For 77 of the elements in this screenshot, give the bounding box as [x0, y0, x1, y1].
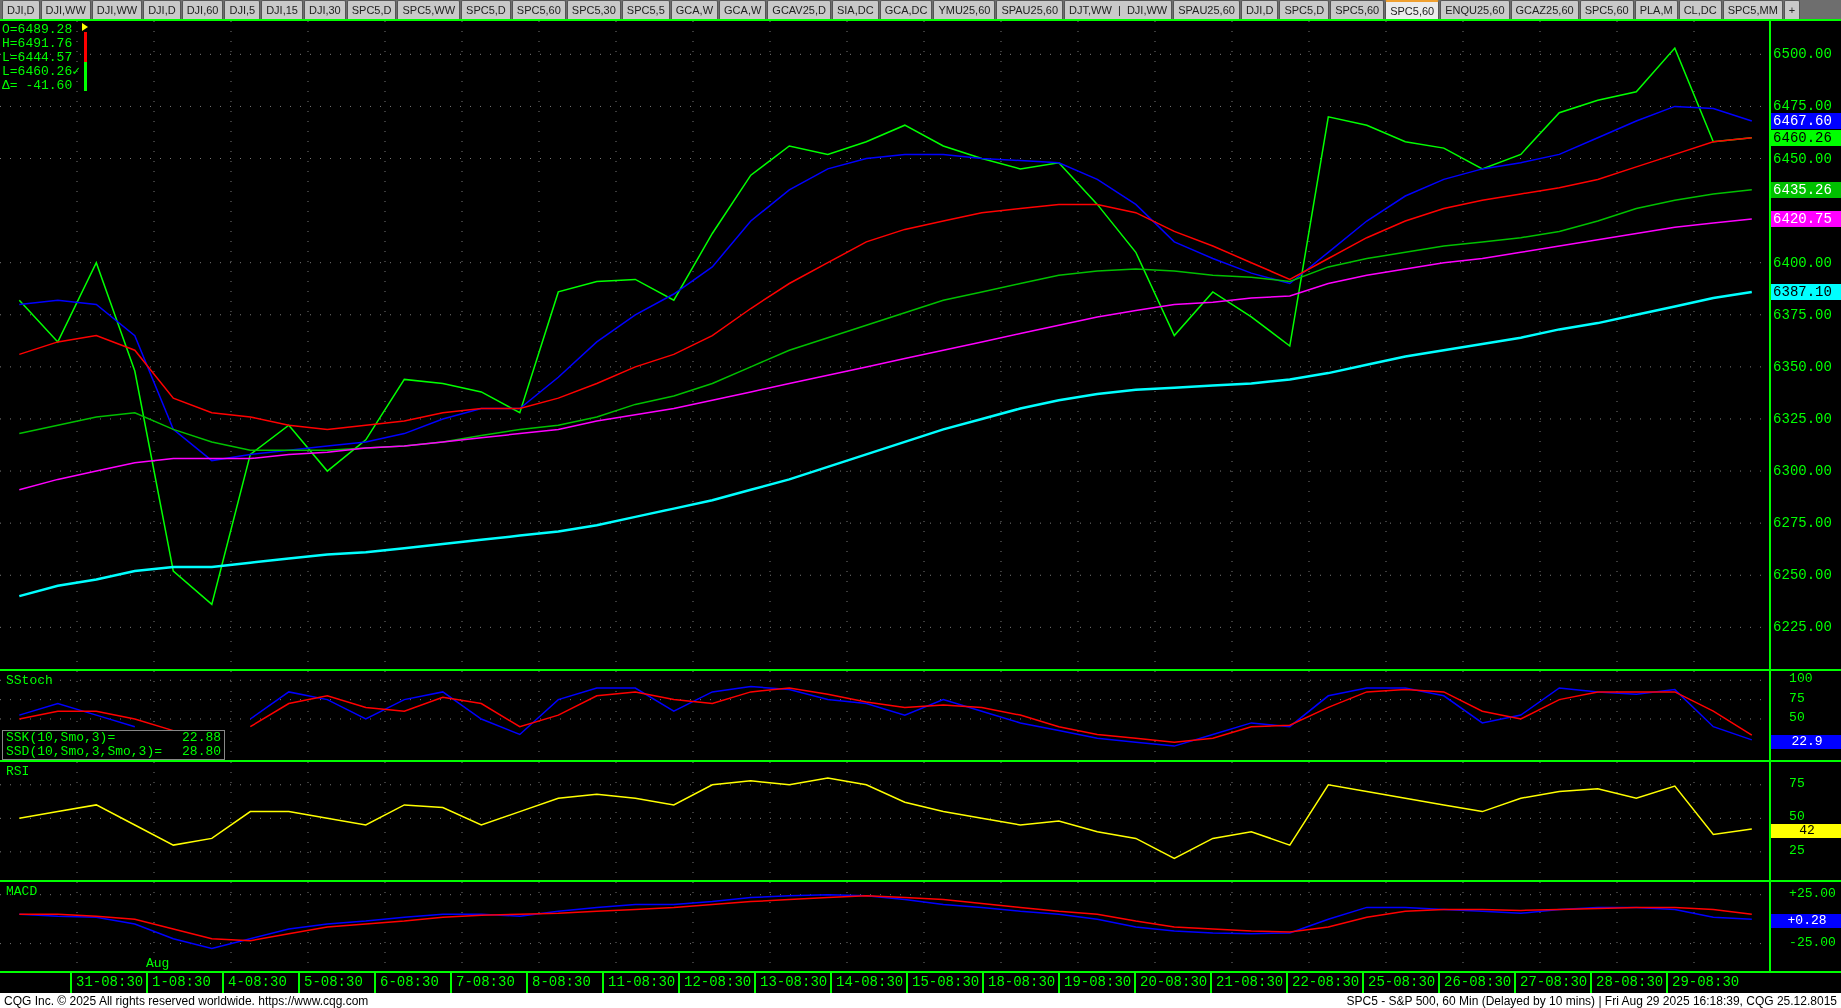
value-tag: 6420.75 — [1771, 210, 1841, 227]
chart-tab[interactable]: SPC5,D — [346, 0, 397, 19]
chart-tab[interactable]: SPC5,60 — [1385, 0, 1440, 19]
chart-tab[interactable]: SPC5,60 — [511, 0, 566, 19]
value-tag: +0.28 — [1771, 914, 1841, 929]
chart-tab[interactable]: DJI,5 — [224, 0, 261, 19]
legend-label: SSK(10,Smo,3)= — [6, 731, 117, 745]
axis-label: 6400.00 — [1773, 254, 1832, 271]
month-label: Aug — [146, 956, 170, 971]
axis-label: +25.00 — [1789, 886, 1836, 901]
chart-tab[interactable]: GCA,DC — [879, 0, 933, 19]
chart-tab[interactable]: ENQU25,60 — [1440, 0, 1510, 19]
chart-tab[interactable]: DJI,WW — [91, 0, 143, 19]
chart-tab[interactable]: DJI,D — [1240, 0, 1279, 19]
ohlc-value: O=6489.28 — [2, 23, 74, 37]
axis-label: 6250.00 — [1773, 567, 1832, 584]
axis-label: 50 — [1789, 710, 1805, 725]
chart-tab[interactable]: + — [1783, 0, 1801, 19]
axis-label: 6375.00 — [1773, 306, 1832, 323]
chart-tab[interactable]: SPC5,D — [1279, 0, 1330, 19]
ohlc-value: L=6460.26✓ — [2, 65, 81, 79]
chart-tab[interactable]: GCA,W — [670, 0, 719, 19]
chart-tab[interactable]: DJI,WW — [40, 0, 91, 19]
axis-label: 100 — [1789, 672, 1813, 687]
legend-label: SSD(10,Smo,3,Smo,3)= — [6, 745, 163, 759]
chart-tab[interactable]: SPC5,60 — [1330, 0, 1385, 19]
axis-label: 75 — [1789, 691, 1805, 706]
chart-tab[interactable]: SPC5,MM — [1722, 0, 1783, 19]
axis-label: -25.00 — [1789, 935, 1836, 950]
value-tag: 6387.10 — [1771, 283, 1841, 300]
ohlc-value: H=6491.76 — [2, 37, 74, 51]
value-tag: 6467.60 — [1771, 113, 1841, 129]
chart-tab[interactable]: DJI,60 — [181, 0, 224, 19]
chart-tab[interactable]: SPAU25,60 — [996, 0, 1064, 19]
panel-title: SStoch — [6, 673, 53, 688]
chart-tab[interactable]: SPC5,WW — [397, 0, 461, 19]
chart-tab[interactable]: DJI,D — [143, 0, 181, 19]
chart-tab[interactable]: SPC5,5 — [621, 0, 670, 19]
chart-tab[interactable]: DJI,30 — [303, 0, 346, 19]
chart-tab[interactable]: GCA,W — [719, 0, 767, 19]
axis-label: 6500.00 — [1773, 46, 1832, 63]
status-text: SPC5 - S&P 500, 60 Min (Delayed by 10 mins) | Fri Aug 29 2025 16:18:39, CQG 25.12.8015 — [1346, 993, 1837, 1008]
ohlc-value: L=6444.57 — [2, 51, 74, 65]
axis-label: 25 — [1789, 843, 1805, 858]
chart-tab[interactable]: DJI,15 — [261, 0, 303, 19]
axis-label: 75 — [1789, 776, 1805, 791]
chart-tab[interactable]: SPAU25,60 — [1173, 0, 1240, 19]
axis-label: 6450.00 — [1773, 150, 1832, 167]
axis-label: 6350.00 — [1773, 358, 1832, 375]
chart-tab[interactable]: DJI,D — [2, 0, 40, 19]
range-bar-icon — [82, 23, 89, 91]
value-tag: 22.9 — [1771, 734, 1841, 749]
value-tag: 42 — [1771, 824, 1841, 839]
panel-title: MACD — [6, 884, 38, 899]
chart-tab[interactable]: SIA,DC — [831, 0, 879, 19]
chart-tab[interactable]: GCAV25,D — [767, 0, 831, 19]
axis-label: 50 — [1789, 810, 1805, 825]
legend-value: 28.80 — [182, 745, 222, 759]
chart-tab[interactable]: SPC5,60 — [1579, 0, 1634, 19]
chart-tab[interactable]: YMU25,60 — [933, 0, 996, 19]
axis-label: 6225.00 — [1773, 619, 1832, 636]
chart-tab[interactable]: GCAZ25,60 — [1510, 0, 1579, 19]
chart-tab[interactable]: SPC5,30 — [566, 0, 621, 19]
axis-label: 6275.00 — [1773, 515, 1832, 532]
panel-title: RSI — [6, 764, 30, 779]
value-tag: 6460.26 — [1771, 129, 1841, 146]
legend-value: 22.88 — [182, 731, 222, 745]
axis-label: 6325.00 — [1773, 410, 1832, 427]
axis-label: 6300.00 — [1773, 463, 1832, 480]
chart-tab[interactable]: DJT,WW | DJI,WW — [1064, 0, 1173, 19]
value-tag: 6435.26 — [1771, 181, 1841, 198]
copyright-text: CQG Inc. © 2025 All rights reserved worldwide. https://www.cqg.com — [4, 993, 369, 1008]
chart-tab[interactable]: CL,DC — [1678, 0, 1722, 19]
chart-tab[interactable]: SPC5,D — [461, 0, 511, 19]
axis-label: 6475.00 — [1773, 98, 1832, 115]
chart-tab[interactable]: PLA,M — [1634, 0, 1678, 19]
ohlc-value: Δ= -41.60 — [2, 79, 74, 93]
